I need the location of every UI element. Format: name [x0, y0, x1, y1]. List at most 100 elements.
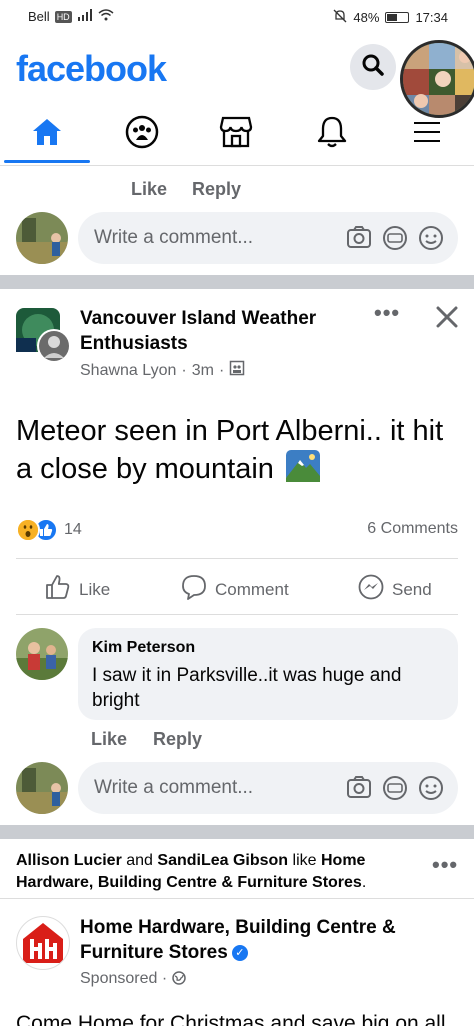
comment-bubble-icon	[181, 574, 207, 605]
sponsored-label[interactable]: Sponsored	[80, 970, 157, 987]
home-hardware-logo[interactable]	[16, 916, 70, 970]
comment-reply-link[interactable]: Reply	[153, 729, 202, 750]
meta-separator: ·	[181, 361, 187, 379]
group-name[interactable]: Vancouver Island Weather Enthusiasts	[80, 306, 350, 356]
thumbs-up-icon	[45, 574, 71, 605]
ad-body: Come Home for Christmas and save big on …	[16, 1012, 446, 1026]
post-text: Meteor seen in Port Alberni.. it hit a c…	[16, 415, 444, 485]
my-avatar[interactable]	[16, 212, 68, 264]
tab-menu[interactable]	[403, 112, 451, 156]
commenter-avatar[interactable]	[16, 628, 68, 680]
reaction-summary[interactable]: 14	[16, 518, 82, 542]
tab-home[interactable]	[23, 112, 71, 156]
send-button[interactable]: Send	[358, 574, 432, 605]
meta-separator: ·	[218, 361, 225, 379]
meta-separator: ·	[161, 970, 168, 987]
my-avatar[interactable]	[16, 762, 68, 814]
status-left: Bell HD	[28, 9, 114, 24]
comment-like-link[interactable]: Like	[91, 729, 127, 750]
facebook-logo[interactable]: facebook	[16, 48, 167, 90]
comment-input-tools	[346, 225, 444, 256]
commenter-photo	[16, 628, 68, 680]
nav-divider	[0, 165, 474, 166]
tab-marketplace[interactable]	[212, 112, 260, 156]
battery-percent: 48%	[353, 10, 380, 25]
wow-reaction-icon	[16, 518, 40, 542]
emoji-icon[interactable]	[418, 775, 444, 806]
comment-placeholder: Write a comment...	[94, 777, 254, 798]
group-photo	[16, 308, 71, 363]
home-icon	[31, 117, 63, 152]
post-body: Meteor seen in Port Alberni.. it hit a c…	[16, 412, 456, 492]
post-time[interactable]: 3m	[192, 362, 214, 380]
tab-groups[interactable]	[118, 112, 166, 156]
comment-text: I saw it in Parksville..it was huge and …	[92, 665, 402, 711]
avatar-photo	[16, 762, 68, 814]
status-bar: Bell HD 48% 17:34	[0, 0, 474, 34]
activity-more-options[interactable]: •••	[432, 852, 458, 878]
feed-separator	[0, 275, 474, 289]
activity-user-1[interactable]: Allison Lucier	[16, 852, 122, 869]
activity-user-2[interactable]: SandiLea Gibson	[157, 852, 288, 869]
mute-icon	[333, 9, 347, 26]
close-icon	[436, 302, 458, 335]
prev-reply-link[interactable]: Reply	[192, 179, 241, 200]
prev-like-link[interactable]: Like	[131, 179, 167, 200]
mountain-emoji-icon	[286, 450, 320, 492]
activity-like-word: like	[288, 852, 321, 869]
camera-icon[interactable]	[346, 775, 372, 806]
search-button[interactable]	[350, 44, 396, 90]
privacy-group-icon	[229, 360, 245, 381]
gif-icon[interactable]	[382, 775, 408, 806]
send-label: Send	[392, 579, 432, 599]
hide-post-button[interactable]	[436, 302, 458, 336]
main-nav	[0, 104, 474, 166]
active-tab-indicator	[4, 160, 90, 163]
tab-notifications[interactable]	[308, 112, 356, 156]
home-hardware-logo-mark	[23, 923, 63, 963]
marketplace-icon	[219, 116, 253, 153]
group-avatar[interactable]	[16, 308, 72, 364]
menu-icon	[412, 119, 442, 150]
emoji-icon[interactable]	[418, 225, 444, 256]
post-more-options[interactable]: •••	[374, 300, 400, 326]
like-label: Like	[79, 579, 111, 599]
signal-icon	[77, 9, 93, 24]
comment-input[interactable]: Write a comment...	[78, 762, 458, 814]
reaction-count: 14	[64, 521, 82, 538]
comment-label: Comment	[215, 579, 289, 599]
carrier-label: Bell	[28, 9, 50, 24]
activity-and: and	[121, 852, 158, 869]
comment-author[interactable]: Kim Peterson	[92, 639, 195, 657]
post-author[interactable]: Shawna Lyon	[80, 362, 176, 380]
activity-period: .	[361, 874, 367, 891]
camera-icon[interactable]	[346, 225, 372, 256]
feed-separator	[0, 825, 474, 839]
verified-badge-icon: ✓	[231, 944, 248, 961]
comment-button[interactable]: Comment	[181, 574, 289, 605]
globe-icon	[171, 971, 186, 990]
comment-bubble: Kim Peterson I saw it in Parksville..it …	[78, 628, 458, 720]
comment-input-tools	[346, 775, 444, 806]
like-button[interactable]: Like	[45, 574, 110, 605]
hd-badge: HD	[54, 10, 72, 23]
search-icon	[361, 53, 385, 82]
comment-placeholder: Write a comment...	[94, 227, 254, 248]
gif-icon[interactable]	[382, 225, 408, 256]
groups-icon	[125, 115, 159, 154]
comments-count[interactable]: 6 Comments	[367, 520, 458, 538]
post-divider	[16, 558, 458, 559]
ad-page-name[interactable]: Home Hardware, Building Centre & Furnitu…	[80, 915, 430, 965]
comment-input[interactable]: Write a comment...	[78, 212, 458, 264]
avatar-photo	[16, 212, 68, 264]
post-divider	[16, 614, 458, 615]
status-right: 48% 17:34	[333, 9, 448, 26]
battery-icon	[385, 12, 410, 23]
wifi-icon	[98, 9, 114, 24]
post-meta: Shawna Lyon · 3m ·	[80, 360, 245, 381]
notifications-icon	[317, 115, 347, 154]
messenger-icon	[358, 574, 384, 605]
ad-meta: Sponsored ·	[80, 970, 186, 990]
friend-activity: Allison Lucier and SandiLea Gibson like …	[16, 850, 406, 894]
battery-fill	[387, 14, 397, 21]
